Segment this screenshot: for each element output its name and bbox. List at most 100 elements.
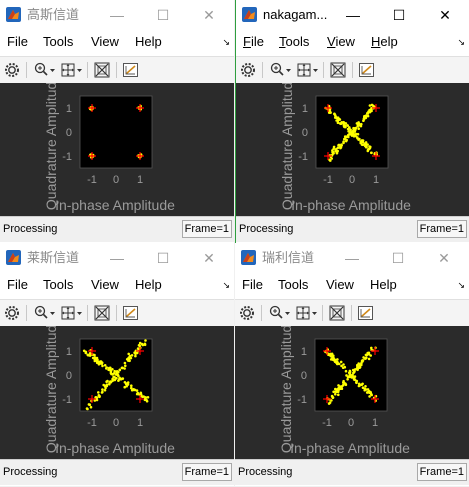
style-icon[interactable] xyxy=(357,304,375,322)
menu-help[interactable]: Help xyxy=(371,34,398,49)
menu-view[interactable]: View xyxy=(91,277,119,292)
sample-point xyxy=(116,373,120,377)
sample-point xyxy=(337,362,341,366)
toolbar-divider xyxy=(351,305,352,321)
menu-tools[interactable]: Tools xyxy=(43,277,73,292)
minimize-icon[interactable]: — xyxy=(342,4,364,26)
maximize-icon[interactable]: ☐ xyxy=(152,4,174,26)
y-tick-label: 1 xyxy=(66,346,72,358)
autoscale-icon[interactable] xyxy=(93,304,111,322)
menu-bar: File Tools View Help ↘ xyxy=(236,31,469,54)
menu-view[interactable]: View xyxy=(327,34,355,49)
minimize-icon[interactable]: — xyxy=(106,4,128,26)
menu-tools[interactable]: Tools xyxy=(278,277,308,292)
zoom-in-icon[interactable] xyxy=(268,304,292,322)
close-icon[interactable]: ✕ xyxy=(198,247,220,269)
gear-icon[interactable] xyxy=(239,304,255,322)
title-bar[interactable]: 莱斯信道 — ☐ ✕ xyxy=(0,243,234,273)
style-icon[interactable] xyxy=(122,304,140,322)
status-text: Processing xyxy=(3,223,58,235)
menu-file[interactable]: File xyxy=(7,34,28,49)
x-tick-label: -1 xyxy=(323,174,333,186)
menu-dock-arrow-icon[interactable]: ↘ xyxy=(457,280,465,291)
scope-window-2: nakagam... — ☐ ✕ File Tools View Help ↘ xyxy=(235,0,469,243)
sample-point xyxy=(357,382,361,386)
menu-view[interactable]: View xyxy=(326,277,354,292)
maximize-icon[interactable]: ☐ xyxy=(388,4,410,26)
menu-dock-arrow-icon[interactable]: ↘ xyxy=(222,37,230,48)
pan-icon[interactable] xyxy=(60,61,84,79)
gear-icon[interactable] xyxy=(4,304,20,322)
sample-point xyxy=(336,388,340,392)
style-icon[interactable] xyxy=(122,61,140,79)
sample-point xyxy=(355,367,359,371)
plot-area: 1 0 -1 -1 0 1 In-phase Amplitude Quadrature Amp… xyxy=(236,83,469,216)
menu-help[interactable]: Help xyxy=(135,34,162,49)
sample-point xyxy=(123,385,126,389)
title-bar[interactable]: nakagam... — ☐ ✕ xyxy=(236,0,469,30)
sample-point xyxy=(345,374,348,377)
menu-bar: File Tools View Help ↘ xyxy=(0,31,234,54)
maximize-icon[interactable]: ☐ xyxy=(152,247,174,269)
pan-icon[interactable] xyxy=(295,304,319,322)
menu-view[interactable]: View xyxy=(91,34,119,49)
title-bar[interactable]: 瑞利信道 — ☐ ✕ xyxy=(235,243,469,273)
menu-help[interactable]: Help xyxy=(370,277,397,292)
zoom-in-icon[interactable] xyxy=(33,304,57,322)
menu-file[interactable]: File xyxy=(242,277,263,292)
sample-point xyxy=(145,398,148,402)
x-tick-label: -1 xyxy=(87,417,97,429)
maximize-icon[interactable]: ☐ xyxy=(387,247,409,269)
plot-area: 1 0 -1 -1 0 1 In-phase Amplitude Quadrature Amp… xyxy=(0,326,234,459)
menu-file[interactable]: File xyxy=(7,277,28,292)
sample-point xyxy=(89,405,93,409)
sample-point xyxy=(144,339,147,342)
autoscale-icon[interactable] xyxy=(93,61,111,79)
sample-point xyxy=(368,110,372,114)
title-bar[interactable]: 高斯信道 — ☐ ✕ xyxy=(0,0,234,30)
menu-dock-arrow-icon[interactable]: ↘ xyxy=(222,280,230,291)
sample-point xyxy=(138,344,141,348)
sample-point xyxy=(338,122,342,125)
sample-point xyxy=(367,357,371,361)
style-icon[interactable] xyxy=(358,61,376,79)
toolbar-divider xyxy=(26,305,27,321)
menu-file[interactable]: File xyxy=(243,34,264,49)
sample-point xyxy=(357,127,360,130)
pan-icon[interactable] xyxy=(296,61,320,79)
sample-point xyxy=(334,392,337,396)
zoom-in-icon[interactable] xyxy=(33,61,57,79)
gear-icon[interactable] xyxy=(240,61,256,79)
close-icon[interactable]: ✕ xyxy=(434,4,456,26)
toolbar xyxy=(0,56,234,84)
gear-icon[interactable] xyxy=(4,61,20,79)
close-icon[interactable]: ✕ xyxy=(198,4,220,26)
autoscale-icon[interactable] xyxy=(329,61,347,79)
sample-point xyxy=(86,353,89,357)
minimize-icon[interactable]: — xyxy=(341,247,363,269)
minimize-icon[interactable]: — xyxy=(106,247,128,269)
toolbar-divider xyxy=(26,62,27,78)
close-icon[interactable]: ✕ xyxy=(433,247,455,269)
sample-point xyxy=(355,381,358,385)
sample-point xyxy=(337,393,340,397)
sample-point xyxy=(358,137,361,141)
menu-tools[interactable]: Tools xyxy=(43,34,73,49)
sample-point xyxy=(91,356,95,360)
status-bar: Processing Frame=1 xyxy=(235,459,469,485)
menu-help[interactable]: Help xyxy=(135,277,162,292)
window-title: 莱斯信道 xyxy=(27,250,80,265)
zoom-in-icon[interactable] xyxy=(269,61,293,79)
sample-point xyxy=(105,380,108,383)
x-tick-label: -1 xyxy=(87,174,97,186)
pan-icon[interactable] xyxy=(60,304,84,322)
matlab-icon xyxy=(242,7,257,22)
toolbar-divider xyxy=(87,305,88,321)
menu-tools[interactable]: Tools xyxy=(279,34,309,49)
sample-point xyxy=(141,395,144,398)
sample-point xyxy=(344,139,348,143)
sample-point xyxy=(130,386,133,390)
sample-point xyxy=(365,388,369,391)
menu-dock-arrow-icon[interactable]: ↘ xyxy=(457,37,465,48)
autoscale-icon[interactable] xyxy=(328,304,346,322)
